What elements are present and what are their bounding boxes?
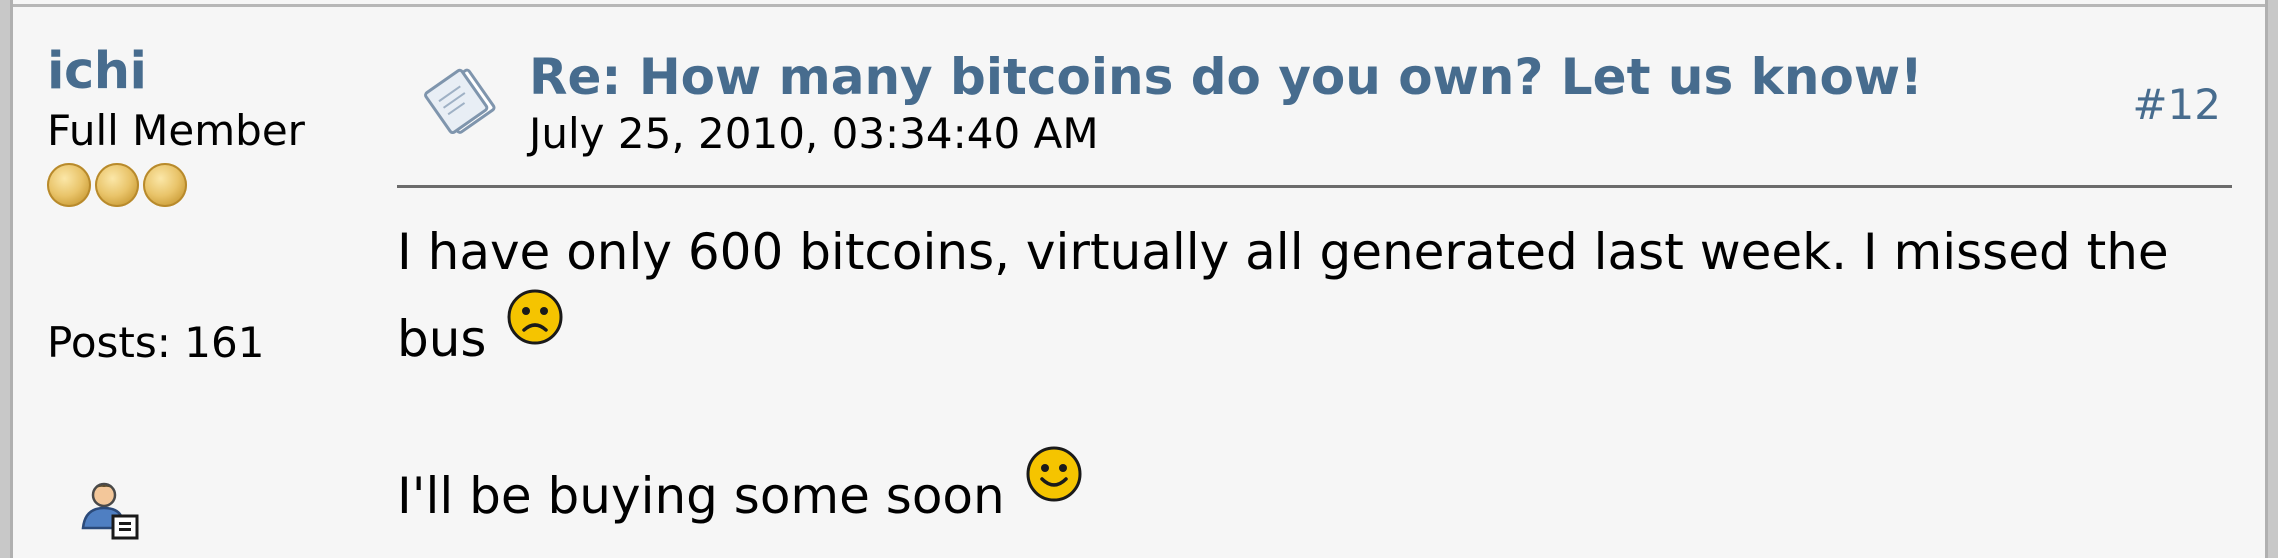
post-text: I have only 600 bitcoins, virtually all … [397, 223, 2169, 368]
poster-info: ichi Full Member [47, 42, 377, 156]
top-divider [13, 4, 2265, 7]
header-separator [397, 185, 2232, 188]
post-body: I have only 600 bitcoins, virtually all … [397, 216, 2237, 532]
post-count: Posts: 161 [47, 318, 265, 367]
rank-star-icon [143, 163, 187, 207]
poster-rank: Full Member [47, 106, 305, 155]
post-container: ichi Full Member Posts: 161 Re: How many… [10, 0, 2268, 558]
post-text: I'll be buying some soon [397, 467, 1005, 525]
smiley-icon [1026, 446, 1082, 502]
sad-smiley-icon [507, 289, 563, 345]
post-paragraph: I'll be buying some soon [397, 445, 2237, 532]
rank-stars [47, 163, 187, 211]
poster-name-link[interactable]: ichi [47, 42, 377, 102]
post-title-link[interactable]: Re: How many bitcoins do you own? Let us… [529, 48, 1923, 106]
rank-star-icon [95, 163, 139, 207]
topic-message-icon [424, 68, 496, 135]
post-number-link[interactable]: #12 [2132, 80, 2221, 129]
post-date: July 25, 2010, 03:34:40 AM [529, 109, 1099, 158]
view-profile-icon[interactable] [77, 478, 141, 542]
post-paragraph: I have only 600 bitcoins, virtually all … [397, 216, 2237, 375]
rank-star-icon [47, 163, 91, 207]
